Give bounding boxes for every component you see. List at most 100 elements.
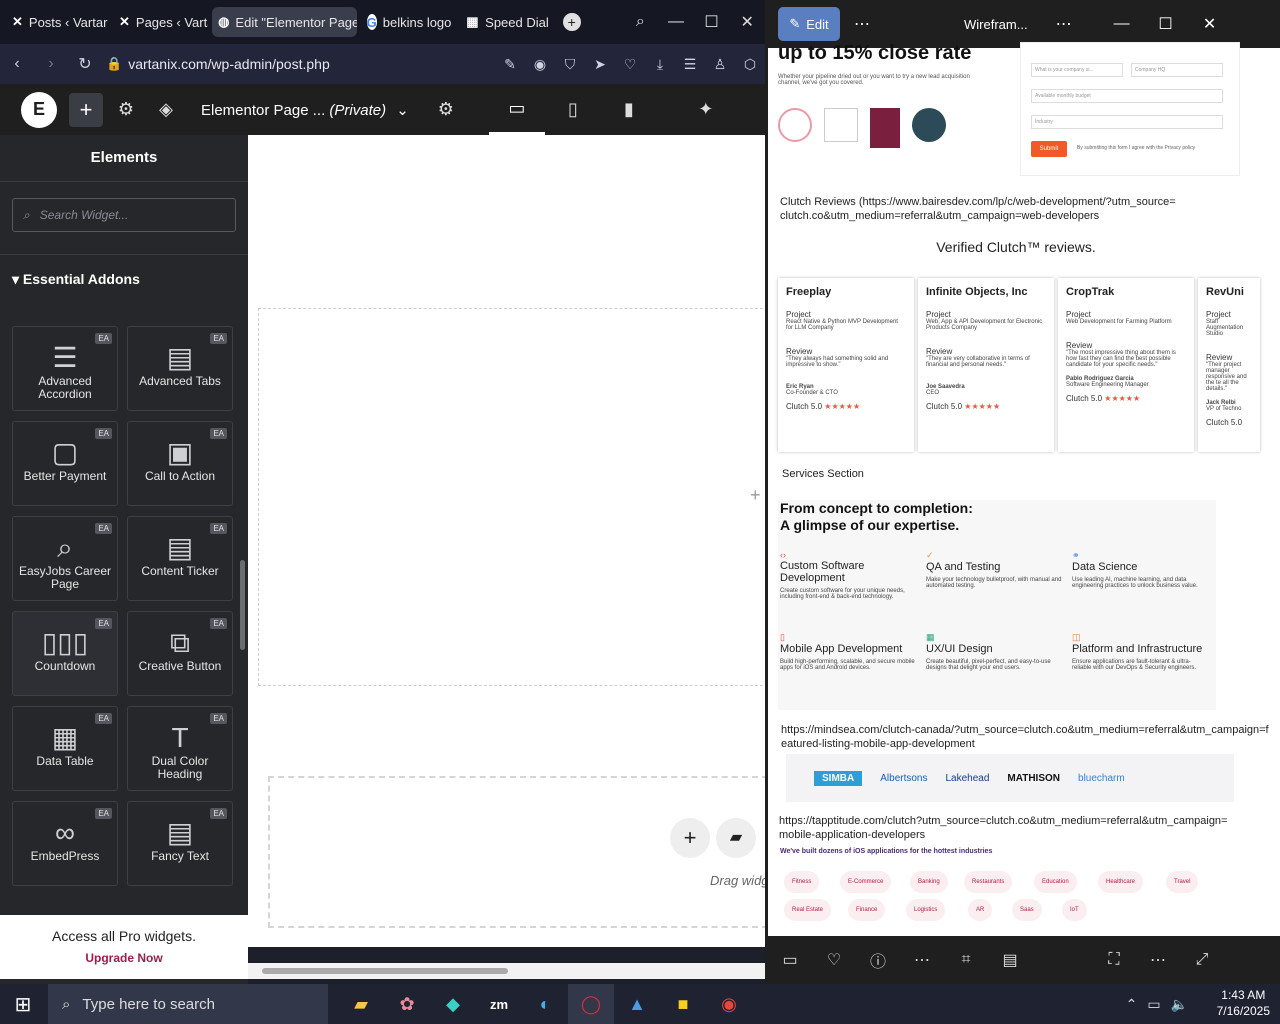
widget-call-to-action[interactable]: EA ▣ Call to Action bbox=[127, 421, 233, 506]
camera-icon[interactable]: ◉ bbox=[525, 56, 555, 73]
taskbar-search[interactable]: ⌕ Type here to search bbox=[48, 984, 328, 1024]
reload-icon[interactable]: ↻ bbox=[68, 54, 102, 74]
widget-better-payment[interactable]: EA ▢ Better Payment bbox=[12, 421, 118, 506]
info-icon[interactable]: ⓘ bbox=[856, 948, 900, 972]
desktop-view-icon[interactable]: ▭ bbox=[488, 84, 545, 135]
jobs-search-icon: ⌕ bbox=[57, 532, 73, 563]
minimize-button[interactable]: — bbox=[1100, 15, 1144, 33]
more-icon[interactable]: ⋯ bbox=[900, 950, 944, 970]
tablet-view-icon[interactable]: ▯ bbox=[545, 99, 601, 120]
edit-icon[interactable]: ✎ bbox=[495, 56, 525, 73]
empty-section[interactable] bbox=[258, 308, 765, 686]
category-essential-addons[interactable]: ▾ Essential Addons bbox=[0, 254, 248, 288]
card-score: Clutch 5.0 bbox=[786, 402, 823, 411]
drop-zone[interactable]: + ▰ Drag widg bbox=[268, 776, 765, 928]
windows-start-icon[interactable]: ⊞ bbox=[0, 984, 46, 1024]
heart-icon[interactable]: ♡ bbox=[615, 56, 645, 73]
lead-form: What is your company si... Company HQ Av… bbox=[1020, 42, 1240, 176]
card-role: CEO bbox=[926, 390, 940, 396]
new-tab-button[interactable]: + bbox=[562, 13, 581, 31]
star-rating: ★★★★★ bbox=[964, 402, 1001, 411]
paint-icon[interactable]: ✿ bbox=[384, 984, 430, 1024]
upgrade-now-link[interactable]: Upgrade Now bbox=[0, 951, 248, 965]
tab-posts[interactable]: ✕ Posts ‹ Vartar bbox=[6, 7, 109, 37]
add-section-button[interactable]: + bbox=[670, 818, 710, 858]
chevron-up-icon[interactable]: ⌃ bbox=[1126, 996, 1138, 1013]
panel-scrollbar[interactable] bbox=[240, 560, 245, 650]
more-icon[interactable]: ⋯ bbox=[840, 14, 884, 34]
service-desc: Make your technology bulletproof, with m… bbox=[926, 577, 1062, 589]
more-icon[interactable]: ⋯ bbox=[1136, 950, 1180, 970]
widget-creative-button[interactable]: EA ⧉ Creative Button bbox=[127, 611, 233, 696]
layers-icon[interactable]: ◈ bbox=[143, 99, 189, 120]
filmstrip-icon[interactable]: ▭ bbox=[768, 950, 812, 970]
edge-icon[interactable]: ◐ bbox=[522, 984, 568, 1024]
more-icon[interactable]: ⋯ bbox=[1042, 14, 1086, 34]
download-icon[interactable]: ⤓ bbox=[645, 56, 675, 73]
add-icon[interactable]: + bbox=[750, 485, 761, 506]
notification-icon[interactable]: ✦ bbox=[683, 99, 729, 120]
card-review: "The most impressive thing about them is… bbox=[1066, 350, 1176, 368]
text-detect-icon[interactable]: ▤ bbox=[988, 950, 1032, 970]
photos-icon[interactable]: ▲ bbox=[614, 984, 660, 1024]
tab-edit-elementor[interactable]: ◍ Edit "Elementor Page bbox=[212, 7, 357, 37]
folder-icon[interactable]: ▰ bbox=[716, 818, 756, 858]
horizontal-scrollbar[interactable] bbox=[248, 963, 765, 979]
page-settings-icon[interactable]: ⚙ bbox=[423, 99, 469, 120]
url-field[interactable]: vartanix.com/wp-admin/post.php bbox=[128, 56, 330, 72]
search-widget-input[interactable]: ⌕ Search Widget... bbox=[12, 198, 236, 232]
forward-icon[interactable]: › bbox=[34, 55, 68, 73]
widget-advanced-accordion[interactable]: EA ☰ Advanced Accordion bbox=[12, 326, 118, 411]
shield-icon[interactable]: ⛉ bbox=[555, 56, 585, 73]
editor-canvas[interactable]: + + ▰ Drag widg bbox=[248, 135, 765, 947]
close-button[interactable]: ✕ bbox=[729, 12, 765, 32]
maximize-button[interactable]: ☐ bbox=[694, 12, 730, 32]
page-title[interactable]: Elementor Page ... (Private) ⌄ bbox=[201, 101, 409, 119]
widget-easyjobs[interactable]: EA ⌕ EasyJobs Career Page bbox=[12, 516, 118, 601]
clock[interactable]: 1:43 AM 7/16/2025 bbox=[1217, 987, 1270, 1019]
widget-fancy-text[interactable]: EA ▤ Fancy Text bbox=[127, 801, 233, 886]
fit-icon[interactable]: ⛶ bbox=[1092, 951, 1136, 969]
review-card: RevUni Project Staff Augmentation Studio… bbox=[1198, 278, 1260, 452]
widget-advanced-tabs[interactable]: EA ▤ Advanced Tabs bbox=[127, 326, 233, 411]
scan-icon[interactable]: ⌗ bbox=[944, 951, 988, 969]
cube-icon[interactable]: ⬡ bbox=[735, 56, 765, 73]
minimize-button[interactable]: — bbox=[658, 13, 694, 31]
close-button[interactable]: ✕ bbox=[1188, 14, 1232, 34]
add-element-button[interactable]: + bbox=[69, 92, 103, 127]
zoom-icon[interactable]: zm bbox=[476, 984, 522, 1024]
elements-panel: Elements ⌕ Search Widget... ▾ Essential A… bbox=[0, 135, 248, 984]
network-icon[interactable]: ▭ bbox=[1147, 996, 1160, 1013]
scroll-thumb[interactable] bbox=[262, 968, 508, 974]
opera-icon[interactable]: ◯ bbox=[568, 984, 614, 1024]
widget-content-ticker[interactable]: EA ▤ Content Ticker bbox=[127, 516, 233, 601]
shield-badge-icon bbox=[870, 108, 900, 148]
card-project-label: Project bbox=[786, 310, 811, 319]
elementor-logo-icon[interactable]: E bbox=[21, 91, 57, 128]
tab-speed-dial[interactable]: ▦ Speed Dial bbox=[460, 7, 555, 37]
widget-data-table[interactable]: EA ▦ Data Table bbox=[12, 706, 118, 791]
app-diamond-icon[interactable]: ◆ bbox=[430, 984, 476, 1024]
mobile-view-icon[interactable]: ▮ bbox=[601, 99, 657, 120]
send-icon[interactable]: ➤ bbox=[585, 56, 615, 73]
accordion-icon: ☰ bbox=[52, 342, 78, 373]
maximize-button[interactable]: ☐ bbox=[1144, 14, 1188, 34]
edit-button[interactable]: ✎ Edit bbox=[778, 7, 840, 41]
widget-label: Dual Color Heading bbox=[151, 754, 209, 781]
back-icon[interactable]: ‹ bbox=[0, 55, 34, 73]
widget-countdown[interactable]: EA ▯▯▯ Countdown bbox=[12, 611, 118, 696]
chrome-icon[interactable]: ◉ bbox=[706, 984, 752, 1024]
tab-pages[interactable]: ✕ Pages ‹ Varta bbox=[113, 7, 208, 37]
search-tabs-icon[interactable]: ⌕ bbox=[623, 13, 659, 31]
favorite-icon[interactable]: ♡ bbox=[812, 950, 856, 970]
widget-dual-color-heading[interactable]: EA T Dual Color Heading bbox=[127, 706, 233, 791]
menu-icon[interactable]: ☰ bbox=[675, 56, 705, 73]
expand-icon[interactable]: ⤢ bbox=[1180, 951, 1224, 969]
widget-embedpress[interactable]: EA ∞ EmbedPress bbox=[12, 801, 118, 886]
tab-belkins[interactable]: Gbelkins logo bbox=[361, 7, 456, 37]
volume-icon[interactable]: 🔈 bbox=[1171, 996, 1188, 1013]
sticky-notes-icon[interactable]: ■ bbox=[660, 984, 706, 1024]
widget-label: Call to Action bbox=[144, 469, 216, 483]
file-explorer-icon[interactable]: ▰ bbox=[338, 984, 384, 1024]
profile-icon[interactable]: ♙ bbox=[705, 56, 735, 73]
